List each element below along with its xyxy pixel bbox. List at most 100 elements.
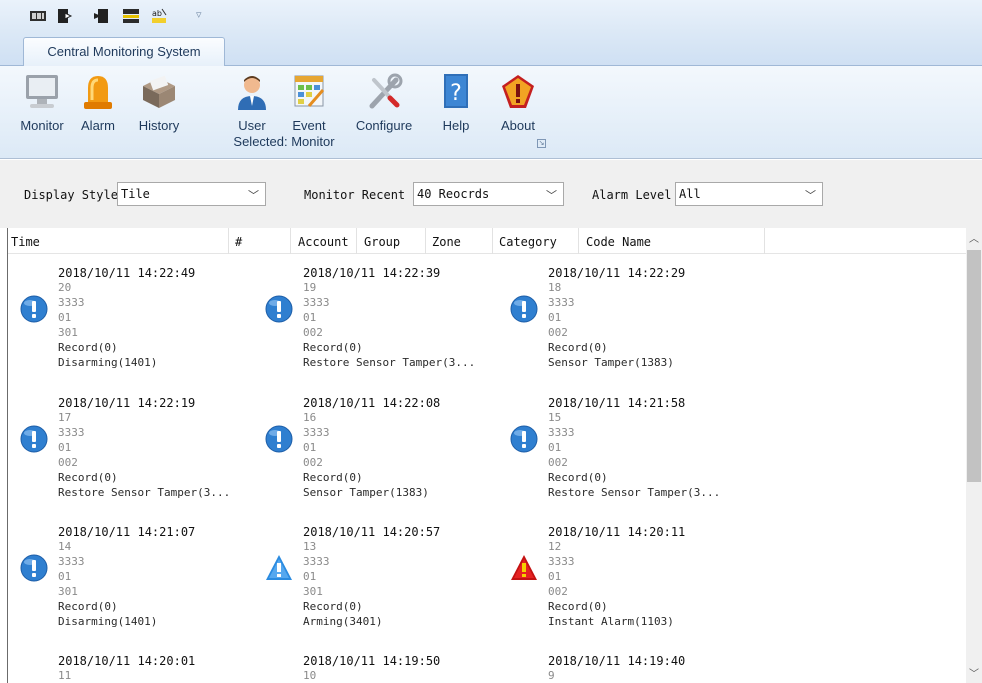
import-icon[interactable] <box>92 7 110 25</box>
info-icon <box>510 425 538 453</box>
info-icon <box>510 295 538 323</box>
chevron-down-icon: ﹀ <box>546 189 557 202</box>
column-time[interactable]: Time <box>11 235 40 249</box>
event-category: Record(0) <box>303 600 363 613</box>
event-code: Restore Sensor Tamper(3... <box>303 356 476 369</box>
event-code: Sensor Tamper(1383) <box>303 486 429 499</box>
column-account[interactable]: Account <box>298 235 349 249</box>
column-zone[interactable]: Zone <box>432 235 461 249</box>
column-divider <box>492 228 493 254</box>
alarm-level-select[interactable]: All ﹀ <box>675 182 823 206</box>
event-zone: 002 <box>548 585 568 598</box>
event-tile[interactable]: 2018/10/11 14:22:19 17 3333 01 002 Record(0) R… <box>16 396 256 511</box>
column-number[interactable]: # <box>235 235 242 249</box>
event-num: 16 <box>303 411 317 424</box>
user-icon <box>238 76 266 110</box>
event-time: 2018/10/11 14:21:58 <box>548 396 686 410</box>
event-tile[interactable]: 2018/10/11 14:20:57 13 3333 01 301 Record(0) A… <box>261 525 501 640</box>
event-tile[interactable]: 2018/10/11 14:21:07 14 3333 01 301 Record(0) D… <box>16 525 256 640</box>
event-tile[interactable]: 2018/10/11 14:20:01 11 <box>16 654 256 683</box>
column-group[interactable]: Group <box>364 235 400 249</box>
event-num: 13 <box>303 540 317 553</box>
event-button-label: Event <box>292 118 326 133</box>
event-button[interactable]: Event <box>280 68 338 134</box>
event-time: 2018/10/11 14:20:57 <box>303 525 441 539</box>
scroll-down-icon[interactable]: ﹀ <box>966 665 982 681</box>
scroll-up-icon[interactable]: ︿ <box>966 230 982 246</box>
history-button[interactable]: History <box>127 68 191 134</box>
export-icon[interactable] <box>56 7 74 25</box>
alarm-button-label: Alarm <box>81 118 115 133</box>
event-group: 01 <box>303 570 317 583</box>
layout-icon[interactable] <box>122 7 140 25</box>
event-account: 3333 <box>303 555 330 568</box>
event-tile[interactable]: 2018/10/11 14:22:08 16 3333 01 002 Record(0) S… <box>261 396 501 511</box>
event-time: 2018/10/11 14:22:49 <box>58 266 196 280</box>
event-tile[interactable]: 2018/10/11 14:22:29 18 3333 01 002 Record(0) S… <box>506 266 746 381</box>
configure-button-label: Configure <box>355 118 413 133</box>
event-num: 14 <box>58 540 72 553</box>
list-header: Time # Account Group Zone Category Code … <box>8 228 967 254</box>
alarm-button[interactable]: Alarm <box>70 68 126 134</box>
about-button-label: About <box>501 118 535 133</box>
event-category: Record(0) <box>548 341 608 354</box>
qat-dropdown-icon[interactable]: ▿ <box>196 8 202 21</box>
event-tile[interactable]: 2018/10/11 14:22:49 20 3333 01 301 Record(0) D… <box>16 266 256 381</box>
filter-bar: Display Style Tile ﹀ Monitor Recent 40 R… <box>0 160 982 228</box>
event-num: 15 <box>548 411 562 424</box>
event-time: 2018/10/11 14:22:08 <box>303 396 441 410</box>
monitor-button[interactable]: Monitor <box>14 68 70 134</box>
help-button-label: Help <box>442 118 470 133</box>
vertical-scrollbar[interactable]: ︿ ﹀ <box>966 228 982 683</box>
event-code: Disarming(1401) <box>58 356 158 369</box>
event-time: 2018/10/11 14:22:19 <box>58 396 196 410</box>
event-account: 3333 <box>303 426 330 439</box>
column-divider <box>228 228 229 254</box>
rename-icon[interactable]: ab <box>150 7 168 25</box>
group-launcher-icon[interactable]: ↘ <box>537 139 546 148</box>
event-account: 3333 <box>58 296 85 309</box>
user-button[interactable]: User <box>224 68 280 134</box>
event-code: Sensor Tamper(1383) <box>548 356 674 369</box>
event-group: 01 <box>548 441 562 454</box>
column-divider <box>578 228 579 254</box>
monitor-recent-select[interactable]: 40 Reocrds ﹀ <box>413 182 564 206</box>
event-tile[interactable]: 2018/10/11 14:19:40 9 <box>506 654 746 683</box>
event-list: Time # Account Group Zone Category Code … <box>7 228 967 683</box>
event-code: Restore Sensor Tamper(3... <box>548 486 721 499</box>
info-icon <box>265 425 293 453</box>
film-icon[interactable] <box>29 7 47 25</box>
info-icon <box>20 425 48 453</box>
event-num: 9 <box>548 669 555 682</box>
event-tile[interactable]: 2018/10/11 14:19:50 10 <box>261 654 501 683</box>
event-zone: 301 <box>58 585 78 598</box>
help-button[interactable]: ? Help <box>430 68 482 134</box>
display-style-select[interactable]: Tile ﹀ <box>117 182 266 206</box>
tab-central-monitoring[interactable]: Central Monitoring System <box>23 37 225 67</box>
event-num: 20 <box>58 281 72 294</box>
alarm-icon <box>511 555 537 580</box>
event-num: 12 <box>548 540 562 553</box>
ribbon-panel: Monitor Alarm History User Event Configu… <box>0 66 982 159</box>
event-tile[interactable]: 2018/10/11 14:20:11 12 3333 01 002 Record(0) I… <box>506 525 746 640</box>
event-category: Record(0) <box>58 341 118 354</box>
event-category: Record(0) <box>548 600 608 613</box>
event-num: 18 <box>548 281 562 294</box>
scrollbar-thumb[interactable] <box>967 250 981 482</box>
about-button[interactable]: About <box>488 68 548 134</box>
event-group: 01 <box>58 570 72 583</box>
event-num: 17 <box>58 411 72 424</box>
event-tile[interactable]: 2018/10/11 14:22:39 19 3333 01 002 Record(0) R… <box>261 266 501 381</box>
event-tile[interactable]: 2018/10/11 14:21:58 15 3333 01 002 Record(0) R… <box>506 396 746 511</box>
user-button-label: User <box>238 118 266 133</box>
event-group: 01 <box>548 311 562 324</box>
column-code-name[interactable]: Code Name <box>586 235 651 249</box>
event-account: 3333 <box>548 555 575 568</box>
configure-button[interactable]: Configure <box>344 68 424 134</box>
warning-icon <box>266 555 292 580</box>
chevron-down-icon: ﹀ <box>248 189 259 202</box>
column-divider <box>356 228 357 254</box>
column-category[interactable]: Category <box>499 235 557 249</box>
event-zone: 002 <box>548 456 568 469</box>
svg-text:?: ? <box>450 81 462 106</box>
